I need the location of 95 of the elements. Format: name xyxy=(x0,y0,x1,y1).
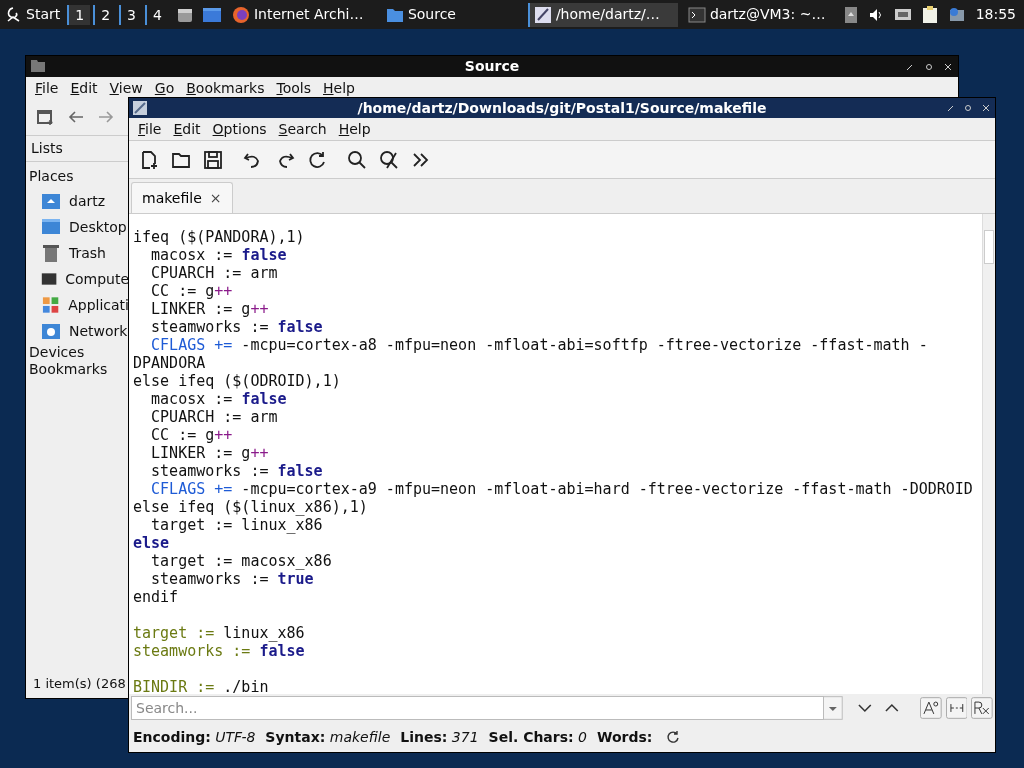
status-text: 1 item(s) (268 xyxy=(32,675,127,693)
menu-item[interactable]: View xyxy=(109,77,143,99)
window-controls-icon[interactable] xyxy=(904,62,954,72)
scrollbar[interactable] xyxy=(982,214,995,694)
find-replace-icon[interactable] xyxy=(379,149,399,170)
workspace-button[interactable]: 3 xyxy=(119,4,142,25)
code-line: steamworks := false xyxy=(133,642,306,660)
code-line: DPANDORA xyxy=(133,354,207,372)
back-icon[interactable] xyxy=(68,110,84,124)
taskbar-button[interactable]: Source xyxy=(381,2,522,27)
status-field: Syntax: makefile xyxy=(265,726,391,748)
menu-item[interactable]: Go xyxy=(154,77,175,99)
code-line: CFLAGS += -mcpu=cortex-a9 -mfpu=neon -mfloat-abi=hard -ftree-vectorize -ffast-math -DODROID xyxy=(150,480,974,498)
eject-icon[interactable] xyxy=(843,5,858,24)
menu-item[interactable]: Edit xyxy=(70,77,98,99)
new-file-icon[interactable] xyxy=(139,149,159,170)
workspace-button[interactable]: 2 xyxy=(93,4,117,25)
status-field: Sel. Chars: 0 xyxy=(488,726,588,748)
scroll-thumb[interactable] xyxy=(984,230,994,264)
menu-item[interactable]: Help xyxy=(338,118,371,140)
taskbar-button[interactable]: /home/dartz/… xyxy=(527,2,678,27)
place-item[interactable]: dartz xyxy=(69,190,106,212)
match-case-icon[interactable] xyxy=(919,697,942,719)
menu-item[interactable]: Help xyxy=(323,77,355,99)
status-field: Encoding: UTF-8 xyxy=(133,726,256,748)
place-item[interactable]: Trash xyxy=(69,242,106,264)
desktop-icon[interactable] xyxy=(41,217,61,237)
new-tab-icon[interactable] xyxy=(36,108,54,126)
place-item[interactable]: Desktop xyxy=(69,216,127,238)
regex-icon[interactable] xyxy=(971,697,993,719)
search-field[interactable]: Search... xyxy=(131,696,824,720)
trash-icon[interactable] xyxy=(41,243,61,263)
status-label: Words: xyxy=(597,727,653,747)
quill-icon xyxy=(133,101,147,115)
home-folder-icon[interactable] xyxy=(41,191,61,211)
start-button[interactable]: Start xyxy=(0,0,65,29)
section-heading: Devices xyxy=(28,344,86,361)
section-heading: Places xyxy=(28,167,75,186)
search-icon[interactable] xyxy=(347,149,367,170)
menu-item[interactable]: Edit xyxy=(173,118,201,140)
taskbar-button[interactable]: Internet Archi… xyxy=(227,2,376,27)
taskbar-button[interactable]: dartz@VM3: ~… xyxy=(683,2,834,27)
save-icon[interactable] xyxy=(203,149,223,170)
code-line: CPUARCH := arm xyxy=(150,408,279,426)
code-line: macosx := false xyxy=(150,246,288,264)
clock: 18:55 xyxy=(975,5,1016,24)
section-heading: Bookmarks xyxy=(28,361,109,378)
code-line: macosx := false xyxy=(150,390,288,408)
dropdown-icon[interactable] xyxy=(822,696,843,720)
window-title: /home/dartz/Downloads/git/Postal1/Source/makefile xyxy=(357,98,767,118)
close-tab-button[interactable]: × xyxy=(209,187,222,209)
window-title: Source xyxy=(464,57,520,76)
code-line: steamworks := true xyxy=(150,570,315,588)
code-line: target := macosx_x86 xyxy=(150,552,333,570)
network-folder-icon[interactable] xyxy=(41,321,61,341)
code-line: else ifeq ($(ODROID),1) xyxy=(133,372,342,390)
workspace-button[interactable]: 4 xyxy=(144,4,168,25)
desktop-icon[interactable] xyxy=(201,5,222,24)
code-line: LINKER := g++ xyxy=(150,300,270,318)
refresh-icon[interactable] xyxy=(666,730,681,744)
code-line: steamworks := false xyxy=(150,318,324,336)
code-line: steamworks := false xyxy=(150,462,324,480)
whole-word-icon[interactable] xyxy=(945,697,968,719)
menu-item[interactable]: Tools xyxy=(276,77,311,99)
code-line: CFLAGS += -mcpu=cortex-a8 -mfpu=neon -mfloat-abi=softfp -ftree-vectorize -ffast-math - xyxy=(150,336,929,354)
code-line: target := linux_x86 xyxy=(133,624,306,642)
status-field: Lines: 371 xyxy=(400,726,479,748)
code-line: LINKER := g++ xyxy=(150,444,270,462)
code-line: CC := g++ xyxy=(150,426,234,444)
place-item[interactable]: Compute xyxy=(65,268,129,290)
code-line: target := linux_x86 xyxy=(150,516,324,534)
reload-icon[interactable] xyxy=(307,149,327,170)
place-item[interactable]: Network xyxy=(69,320,128,342)
menu-item[interactable]: File xyxy=(35,77,59,99)
code-line: CPUARCH := arm xyxy=(150,264,279,282)
folder-icon xyxy=(30,59,46,73)
quill-icon xyxy=(533,5,552,24)
clipboard-icon[interactable] xyxy=(921,5,938,24)
code-line: endif xyxy=(133,588,180,606)
network-icon[interactable] xyxy=(893,6,912,23)
menu-item[interactable]: Search xyxy=(278,118,327,140)
menu-item[interactable]: Options xyxy=(212,118,267,140)
menu-item[interactable]: File xyxy=(138,118,162,140)
code-line: CC := g++ xyxy=(150,282,234,300)
file-tab[interactable]: makefile × xyxy=(131,182,233,213)
code-line: else ifeq ($(linux_x86),1) xyxy=(133,498,369,516)
place-item[interactable]: Applicati xyxy=(68,294,129,316)
window-controls-icon[interactable] xyxy=(945,103,991,113)
menu-item[interactable]: Bookmarks xyxy=(186,77,265,99)
code-line: BINDIR := ./bin xyxy=(133,678,270,694)
code-line: ifeq ($(PANDORA),1) xyxy=(133,228,306,246)
terminal-icon xyxy=(687,5,706,24)
apps-icon[interactable] xyxy=(41,295,61,315)
code-line: else xyxy=(133,534,171,552)
workspace-button[interactable]: 1 xyxy=(67,4,91,25)
